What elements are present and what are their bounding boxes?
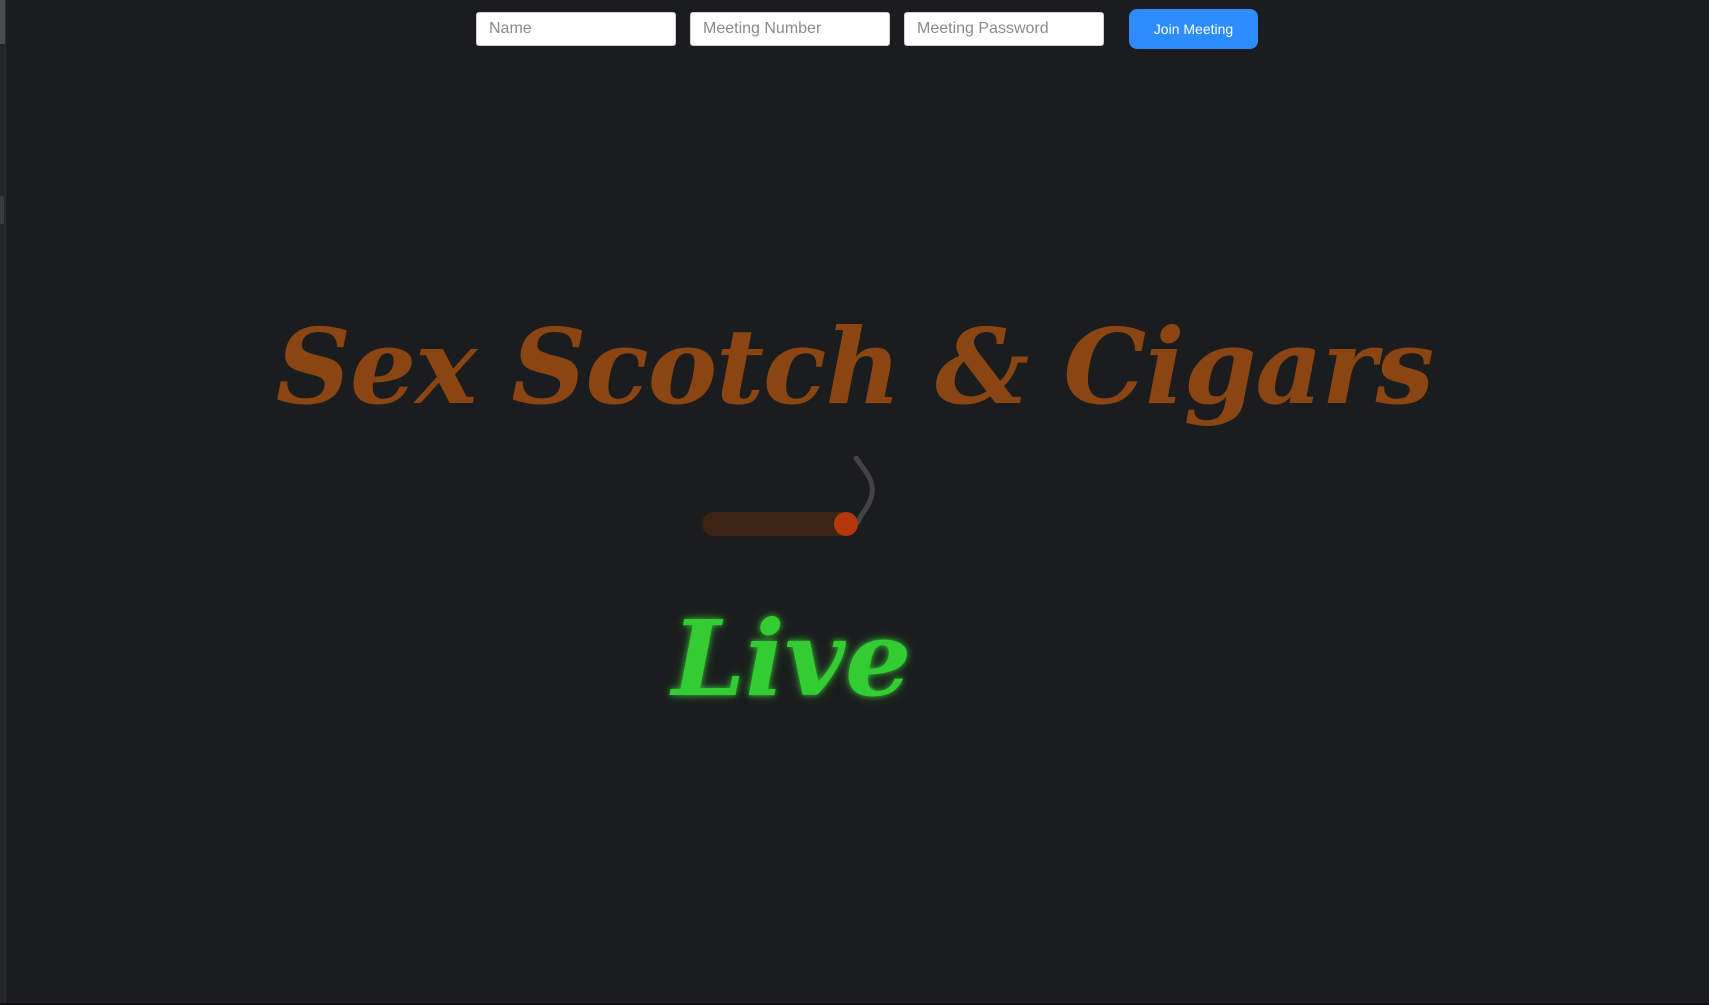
cigar-ember (834, 512, 858, 536)
name-input[interactable] (476, 12, 676, 46)
left-scrollbar[interactable] (0, 0, 6, 1005)
hero-title: Sex Scotch & Cigars (275, 305, 1434, 428)
live-label: Live (672, 597, 912, 720)
side-panel-handle[interactable] (0, 196, 4, 224)
meeting-password-input[interactable] (904, 12, 1104, 46)
lit-cigar-icon (702, 455, 875, 536)
join-meeting-form: Join Meeting (0, 0, 1709, 60)
join-meeting-button[interactable]: Join Meeting (1129, 9, 1258, 49)
cigar-smoke (853, 455, 875, 525)
cigar-body (702, 512, 852, 536)
meeting-number-input[interactable] (690, 12, 890, 46)
